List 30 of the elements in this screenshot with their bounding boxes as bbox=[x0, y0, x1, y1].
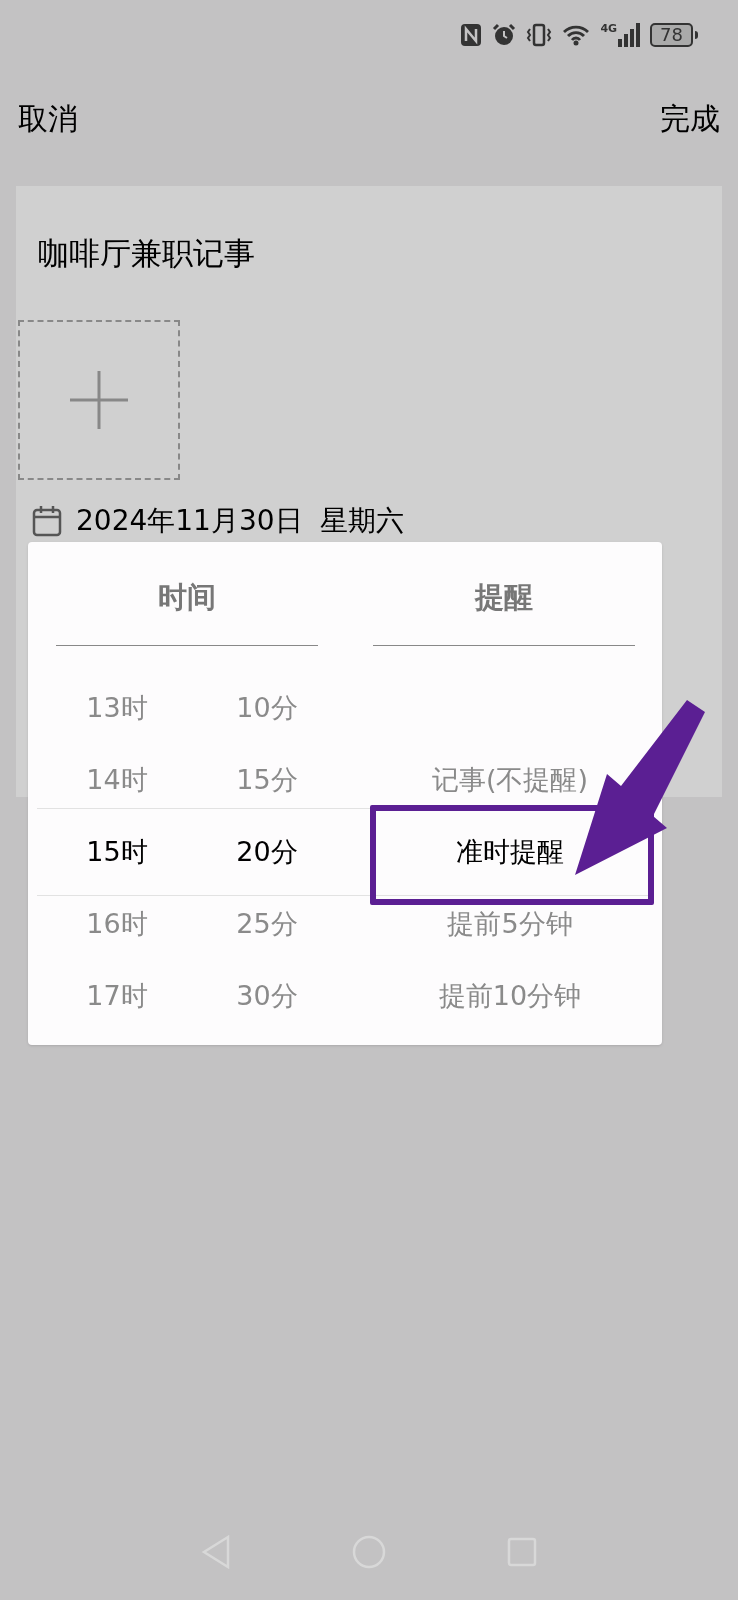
hour-option[interactable]: 17时 bbox=[86, 975, 148, 1017]
picker-tab[interactable]: 提醒 bbox=[474, 575, 533, 619]
reminder-option[interactable]: 提前5分钟 bbox=[447, 903, 573, 945]
hour-option[interactable]: 14时 bbox=[86, 759, 148, 801]
minute-option[interactable]: 20分 bbox=[236, 831, 298, 873]
signal-icon bbox=[618, 23, 641, 47]
hour-option[interactable]: 16时 bbox=[86, 903, 148, 945]
alarm-icon bbox=[492, 23, 517, 47]
wifi-icon bbox=[562, 24, 591, 46]
picker-tab[interactable]: 时间 bbox=[157, 575, 216, 619]
cancel-button[interactable]: 取消 bbox=[18, 95, 78, 141]
minute-option[interactable]: 15分 bbox=[236, 759, 298, 801]
plus-icon bbox=[70, 371, 128, 429]
reminder-option[interactable]: 记事(不提醒) bbox=[431, 759, 589, 801]
note-date: 2024年11月30日 星期六 bbox=[76, 503, 405, 539]
minute-option[interactable]: 30分 bbox=[236, 975, 298, 1017]
hour-option[interactable]: 13时 bbox=[86, 687, 148, 729]
hour-option[interactable]: 15时 bbox=[86, 831, 148, 873]
battery-icon: 78 bbox=[650, 23, 693, 47]
done-button[interactable]: 完成 bbox=[660, 95, 720, 141]
network-label: 4G bbox=[600, 23, 618, 34]
reminder-option[interactable]: 提前10分钟 bbox=[438, 975, 582, 1017]
vibrate-icon bbox=[526, 23, 553, 47]
nfc-icon bbox=[460, 23, 483, 47]
reminder-option[interactable]: 准时提醒 bbox=[456, 831, 564, 873]
calendar-icon bbox=[32, 505, 62, 537]
minute-option[interactable]: 25分 bbox=[236, 903, 298, 945]
minute-option[interactable]: 10分 bbox=[236, 687, 298, 729]
add-image-button[interactable] bbox=[18, 320, 180, 480]
note-title: 咖啡厅兼职记事 bbox=[38, 233, 255, 273]
